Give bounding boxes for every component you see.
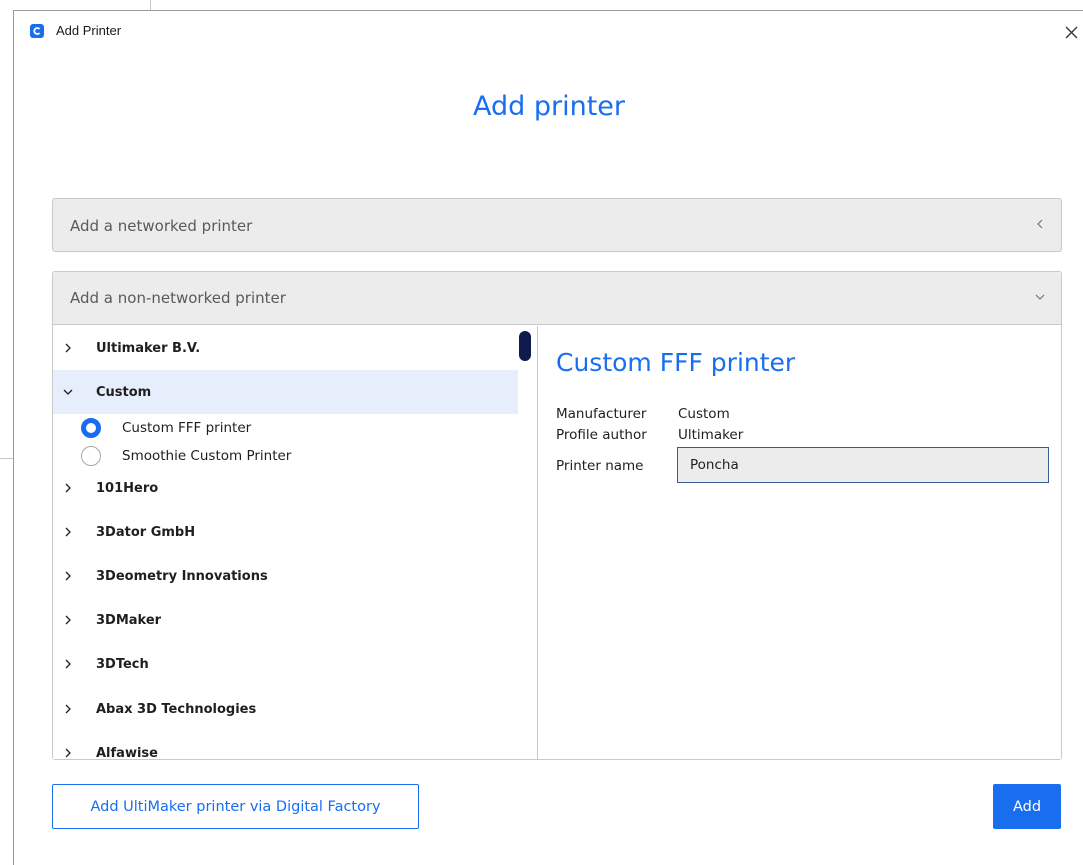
radio-custom-fff-printer[interactable]: Custom FFF printer: [53, 416, 518, 440]
list-scrollbar-thumb[interactable]: [519, 331, 531, 361]
chevron-left-icon: [1037, 219, 1043, 229]
radio-button[interactable]: [81, 446, 101, 466]
non-networked-printer-section: Add a non-networked printer Ultimaker B.…: [52, 271, 1062, 760]
printer-detail-title: Custom FFF printer: [556, 348, 796, 377]
printer-name-input[interactable]: Poncha: [677, 447, 1049, 483]
networked-printer-label: Add a networked printer: [70, 216, 253, 235]
manufacturer-row: Manufacturer Custom: [556, 406, 730, 422]
tree-item-3dmaker[interactable]: 3DMaker: [53, 598, 518, 642]
networked-printer-section[interactable]: Add a networked printer: [52, 198, 1062, 252]
printer-name-row: Printer name: [556, 458, 678, 474]
manufacturer-label: Manufacturer: [556, 406, 647, 422]
close-button[interactable]: [1059, 19, 1083, 45]
printer-name-label: Printer name: [556, 458, 644, 474]
manufacturer-value: Custom: [678, 406, 730, 422]
page-heading: Add printer: [472, 91, 625, 122]
tree-item-ultimaker[interactable]: Ultimaker B.V.: [53, 326, 518, 370]
tree-item-alfawise[interactable]: Alfawise: [53, 731, 518, 759]
chevron-right-icon: [65, 571, 71, 581]
manufacturer-list[interactable]: Ultimaker B.V. Custom Custom FFF printer…: [53, 326, 538, 759]
chevron-right-icon: [65, 483, 71, 493]
profile-author-label: Profile author: [556, 427, 647, 443]
chevron-down-icon: [1035, 294, 1045, 300]
chevron-right-icon: [65, 527, 71, 537]
profile-author-row: Profile author Ultimaker: [556, 427, 743, 443]
radio-smoothie-custom-printer[interactable]: Smoothie Custom Printer: [53, 444, 518, 468]
window-title: Add Printer: [56, 23, 122, 38]
add-printer-dialog: Add Printer Add printer Add a networked …: [13, 10, 1083, 865]
chevron-down-icon: [63, 389, 73, 395]
chevron-right-icon: [65, 343, 71, 353]
chevron-right-icon: [65, 659, 71, 669]
non-networked-printer-label: Add a non-networked printer: [70, 289, 286, 307]
chevron-right-icon: [65, 615, 71, 625]
tree-item-abax[interactable]: Abax 3D Technologies: [53, 687, 518, 731]
tree-item-3dtech[interactable]: 3DTech: [53, 642, 518, 686]
tree-item-3dator[interactable]: 3Dator GmbH: [53, 510, 518, 554]
networked-printer-header[interactable]: Add a networked printer: [53, 199, 1061, 252]
title-bar: Add Printer: [14, 11, 1083, 53]
radio-button-checked[interactable]: [81, 418, 101, 438]
printer-detail-pane: Custom FFF printer Manufacturer Custom Pr…: [538, 326, 1061, 759]
non-networked-printer-header[interactable]: Add a non-networked printer: [53, 272, 1061, 325]
background-window-edge: [150, 0, 151, 10]
add-button[interactable]: Add: [993, 784, 1061, 829]
chevron-right-icon: [65, 704, 71, 714]
add-via-digital-factory-button[interactable]: Add UltiMaker printer via Digital Factor…: [52, 784, 419, 829]
profile-author-value: Ultimaker: [678, 427, 744, 443]
tree-item-3deometry[interactable]: 3Deometry Innovations: [53, 554, 518, 598]
chevron-right-icon: [65, 748, 71, 758]
tree-item-101hero[interactable]: 101Hero: [53, 466, 518, 510]
close-icon: [1065, 26, 1077, 38]
tree-item-custom[interactable]: Custom: [53, 370, 518, 414]
cura-app-icon: [30, 24, 44, 38]
